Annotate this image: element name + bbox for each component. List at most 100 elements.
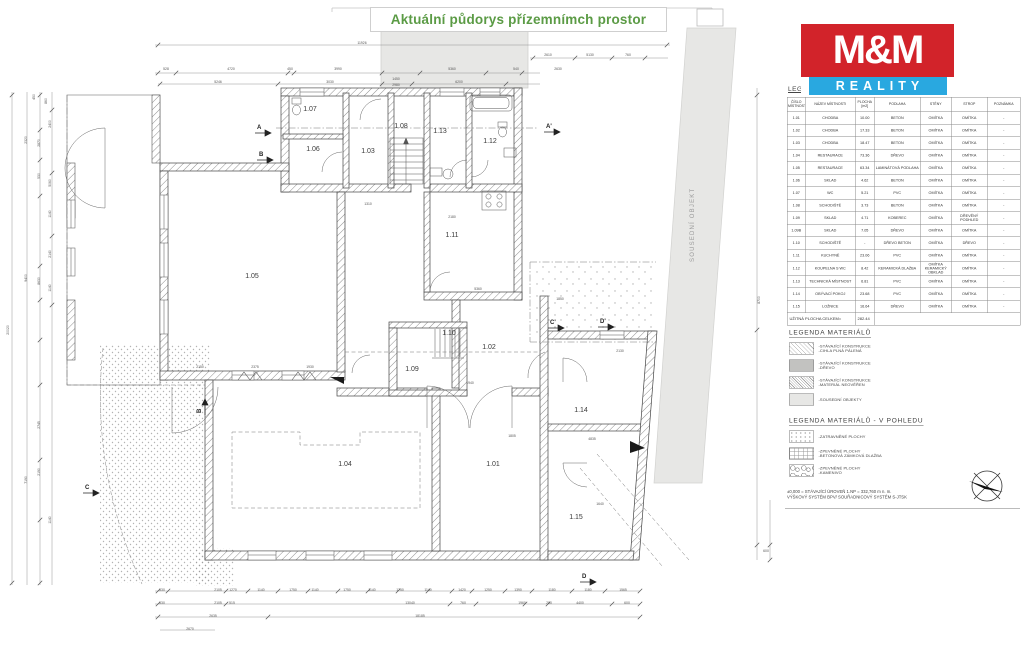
legend-item: -STÁVAJÍCÍ KONSTRUKCE -DŘEVO xyxy=(789,360,1019,372)
dimension-label: 540 xyxy=(513,67,519,71)
table-cell: 1.08 xyxy=(787,199,805,212)
dimension-label: 515 xyxy=(229,601,235,605)
table-cell: 1.15 xyxy=(787,300,805,313)
section-marker: C xyxy=(83,485,99,496)
table-cell: 4.71 xyxy=(855,212,874,225)
table-cell: 1.11 xyxy=(787,249,805,262)
section-marker-label: D' xyxy=(600,319,606,325)
table-cell: OMÍTKA xyxy=(920,124,951,137)
dimension-label: 8630 xyxy=(37,277,41,285)
dimension-label: 2320 xyxy=(24,136,28,144)
left-annex-outline xyxy=(67,95,160,385)
dimension-label: 200 xyxy=(546,601,552,605)
dimension-label: 450 xyxy=(287,67,293,71)
table-cell: KOUPELNA S WC xyxy=(805,262,855,276)
dimension-label: 1750 xyxy=(289,588,297,592)
wood-swatch xyxy=(789,360,814,372)
table-cell: OBÝVACÍ POKOJ xyxy=(805,288,855,301)
table-cell: 7.05 xyxy=(855,224,874,237)
table-cell: - xyxy=(987,112,1020,125)
table-cell: 6.81 xyxy=(855,275,874,288)
table-cell: RESTAURACE xyxy=(805,149,855,162)
table-cell: 10.00 xyxy=(855,112,874,125)
dimension-label: 1930 xyxy=(306,365,314,369)
table-cell: OMÍTKA xyxy=(951,288,987,301)
room-legend-table-wrap: ČÍSLO MÍSTNOSTINÁZEV MÍSTNOSTIPLOCHA [m2… xyxy=(787,97,1020,326)
logo-top-text: M&M xyxy=(833,28,923,73)
table-cell: SKLAD xyxy=(805,174,855,187)
table-row: 1.14OBÝVACÍ POKOJ23.68PVCOMÍTKAOMÍTKA- xyxy=(787,288,1020,301)
table-cell: 1.13 xyxy=(787,275,805,288)
table-cell: OMÍTKA xyxy=(951,224,987,237)
table-cell: 8.42 xyxy=(855,262,874,276)
dimension-label: 530 xyxy=(37,173,41,179)
dimension-label: 4400 xyxy=(576,601,584,605)
table-cell: BETON xyxy=(874,137,920,150)
table-row: 1.01CHODBA10.00BETONOMÍTKAOMÍTKA- xyxy=(787,112,1020,125)
dimension-label: 5060 xyxy=(48,179,52,187)
column-header: PODLAHA xyxy=(874,97,920,112)
room-label: 1.08 xyxy=(394,123,408,130)
dimension-label: 760 xyxy=(460,601,466,605)
table-cell: DŘEVO xyxy=(951,237,987,250)
table-row: 1.07WC5.21PVCOMÍTKAOMÍTKA- xyxy=(787,187,1020,200)
dimension-label: 1450 xyxy=(392,77,400,81)
page-title: Aktuální půdorys přízemnímch prostor xyxy=(391,12,646,27)
note-line: VÝŠKOVÝ SYSTÉM BPV/ SOUŘADNICOVÝ SYSTÉM … xyxy=(787,495,1022,501)
dimension-label: 7190 xyxy=(24,476,28,484)
dimension-label: 1140 xyxy=(311,588,318,592)
room-label: 1.12 xyxy=(483,138,497,145)
table-cell: 23.68 xyxy=(855,288,874,301)
legend-item: -ZPEVNĚNÉ PLOCHY -BETONOVÁ ZÁMKOVÁ DLAŽB… xyxy=(789,448,1019,460)
table-cell: 23.06 xyxy=(855,249,874,262)
table-row: 1.03CHODBA18.47BETONOMÍTKAOMÍTKA- xyxy=(787,137,1020,150)
table-row: 1.02CHODBA17.33BETONOMÍTKAOMÍTKA- xyxy=(787,124,1020,137)
table-cell: OMÍTKA xyxy=(920,187,951,200)
logo-blue-block: REALITY xyxy=(809,77,947,95)
table-cell: 4.62 xyxy=(855,174,874,187)
legend-item: -STÁVAJÍCÍ KONSTRUKCE -MATERIÁL NEOVĚŘEN xyxy=(789,377,1019,389)
table-cell: OMÍTKA xyxy=(920,249,951,262)
room-label: 1.14 xyxy=(574,407,588,414)
dimension-label: 1180 xyxy=(584,588,591,592)
section-marker-label: D xyxy=(582,574,587,580)
total-value: 282.44 xyxy=(855,313,874,326)
dimension-label: 3030 xyxy=(326,80,334,84)
dimension-label: 8700 xyxy=(757,296,761,304)
table-cell: SCHODIŠTĚ xyxy=(805,237,855,250)
table-cell: - xyxy=(987,262,1020,276)
dimension-label: 9400 xyxy=(24,274,28,282)
dimension-label: 2400 xyxy=(48,120,52,128)
dimension-label: 18185 xyxy=(415,614,425,618)
table-cell: 1.02 xyxy=(787,124,805,137)
dimension-label: 1750 xyxy=(396,588,404,592)
room-label: 1.04 xyxy=(338,461,352,468)
dimension-label: 5130 xyxy=(586,53,594,57)
table-cell: 1.14 xyxy=(787,288,805,301)
dimension-label: 1565 xyxy=(619,588,627,592)
dimension-label: 5246 xyxy=(214,80,222,84)
table-header-row: ČÍSLO MÍSTNOSTINÁZEV MÍSTNOSTIPLOCHA [m2… xyxy=(787,97,1020,112)
table-cell: SKLAD xyxy=(805,212,855,225)
section-marker-label: A' xyxy=(546,124,552,130)
table-cell: DŘEVO BETON xyxy=(874,237,920,250)
legend-line: -BETONOVÁ ZÁMKOVÁ DLAŽBA xyxy=(819,454,882,459)
dimension-label: 528 xyxy=(163,67,169,71)
section-marker: D xyxy=(580,574,596,585)
dimension-label: 2630 xyxy=(554,67,562,71)
dimension-label: 13040 xyxy=(405,601,415,605)
dimension-label: 1850 xyxy=(556,297,564,301)
table-cell: 1.09B xyxy=(787,224,805,237)
paving-swatch xyxy=(789,448,814,460)
materials-legend-heading: LEGENDA MATERIÁLŮ xyxy=(789,329,871,338)
table-cell: OMÍTKA xyxy=(951,149,987,162)
table-row: 1.15LOŽNICE16.64DŘEVOOMÍTKAOMÍTKA- xyxy=(787,300,1020,313)
dimension-label: 1960 xyxy=(518,601,526,605)
dimension-label: 1250 xyxy=(484,588,492,592)
dimension-label: 1640 xyxy=(596,502,604,506)
dimension-label: 530 xyxy=(159,588,165,592)
table-cell: 1.12 xyxy=(787,262,805,276)
table-cell: OMÍTKA KERAMICKÝ OBKLAD xyxy=(920,262,951,276)
neighbor-object-label: SOUSEDNÍ OBJEKT xyxy=(689,188,696,262)
table-cell: - xyxy=(987,149,1020,162)
